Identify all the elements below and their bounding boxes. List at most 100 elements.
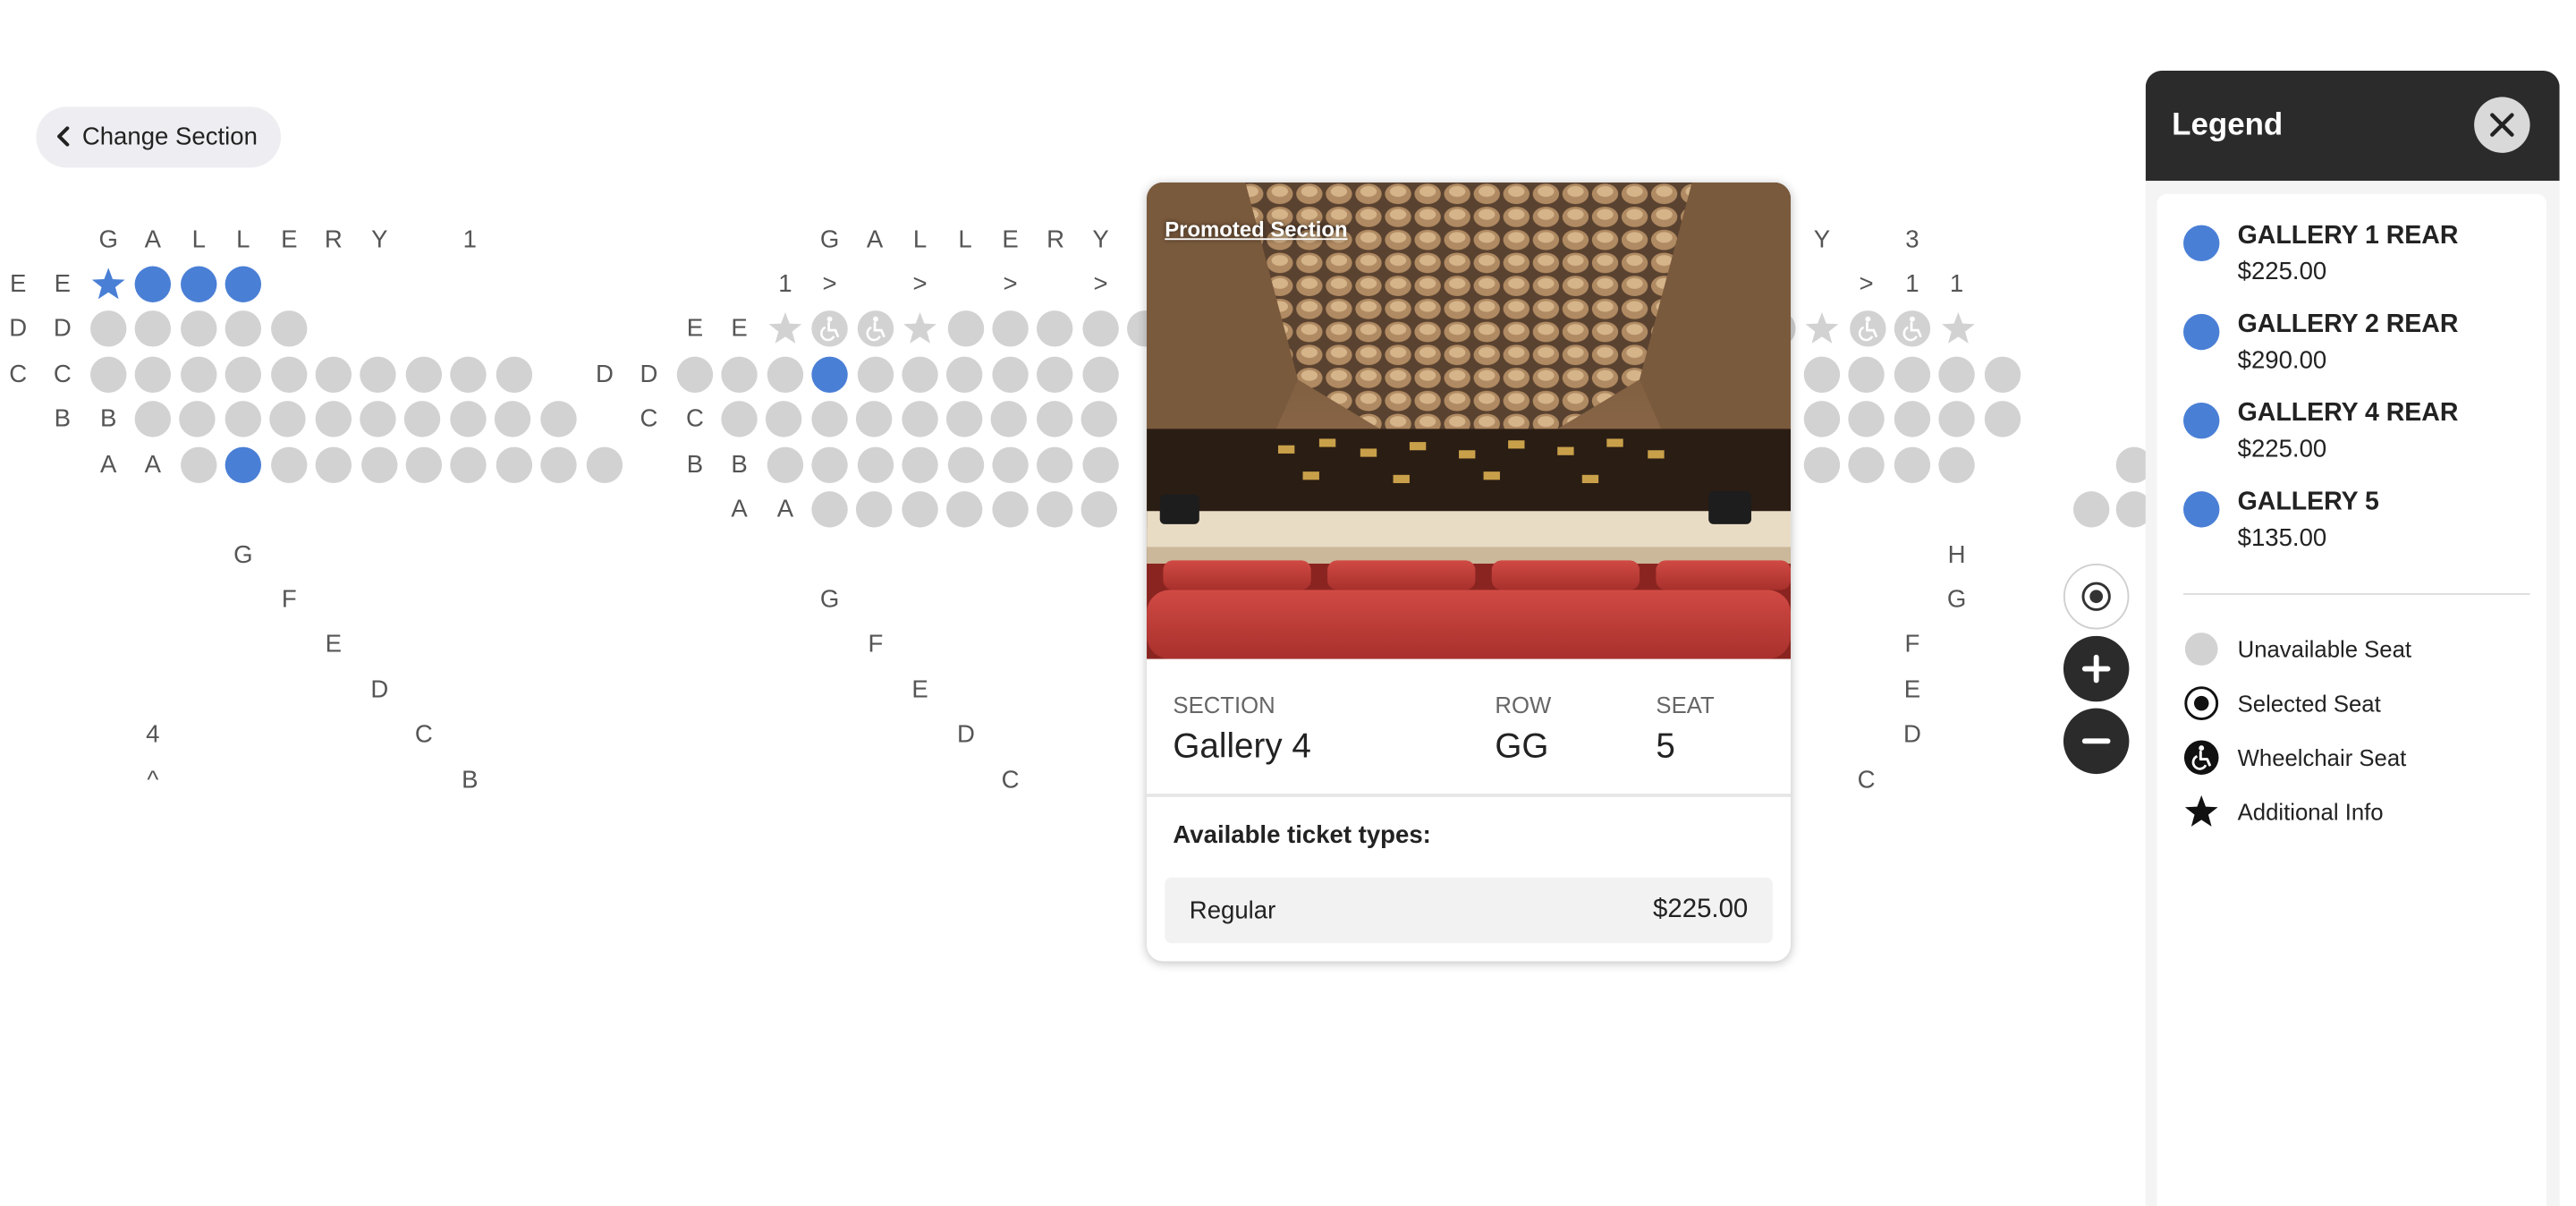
unavailable-seat[interactable] bbox=[270, 446, 308, 484]
unavailable-seat[interactable] bbox=[1938, 356, 1976, 393]
unavailable-seat[interactable] bbox=[1938, 446, 1976, 484]
unavailable-seat[interactable] bbox=[134, 401, 172, 437]
unavailable-seat[interactable] bbox=[1938, 401, 1976, 437]
additional-info-seat-star-icon[interactable] bbox=[90, 267, 126, 302]
unavailable-seat[interactable] bbox=[405, 356, 442, 393]
unavailable-seat[interactable] bbox=[991, 401, 1028, 437]
unavailable-seat[interactable] bbox=[90, 310, 127, 347]
unavailable-seat[interactable] bbox=[495, 401, 531, 437]
unavailable-seat[interactable] bbox=[225, 310, 262, 347]
unavailable-seat[interactable] bbox=[1037, 446, 1074, 484]
unavailable-seat[interactable] bbox=[405, 446, 443, 484]
unavailable-seat[interactable] bbox=[947, 310, 984, 347]
unavailable-seat[interactable] bbox=[1036, 401, 1073, 437]
unavailable-seat[interactable] bbox=[496, 446, 532, 484]
unavailable-seat[interactable] bbox=[450, 356, 487, 393]
unavailable-seat[interactable] bbox=[404, 401, 441, 437]
unavailable-seat[interactable] bbox=[1080, 401, 1118, 437]
available-seat[interactable] bbox=[135, 266, 172, 302]
unavailable-seat[interactable] bbox=[992, 310, 1029, 347]
unavailable-seat[interactable] bbox=[947, 446, 984, 484]
unavailable-seat[interactable] bbox=[180, 310, 217, 347]
wheelchair-seat-icon[interactable] bbox=[857, 310, 894, 347]
additional-info-seat-star-icon[interactable] bbox=[902, 310, 938, 346]
unavailable-seat[interactable] bbox=[856, 491, 894, 528]
unavailable-seat[interactable] bbox=[901, 401, 938, 437]
unavailable-seat[interactable] bbox=[857, 356, 894, 393]
unavailable-seat[interactable] bbox=[1037, 356, 1073, 393]
recenter-button[interactable] bbox=[2063, 564, 2130, 630]
unavailable-seat[interactable] bbox=[360, 446, 397, 484]
unavailable-seat[interactable] bbox=[721, 401, 758, 437]
unavailable-seat[interactable] bbox=[315, 446, 352, 484]
unavailable-seat[interactable] bbox=[315, 356, 352, 393]
unavailable-seat[interactable] bbox=[810, 401, 848, 437]
unavailable-seat[interactable] bbox=[1803, 356, 1841, 393]
unavailable-seat[interactable] bbox=[945, 401, 983, 437]
unavailable-seat[interactable] bbox=[1081, 356, 1119, 393]
unavailable-seat[interactable] bbox=[676, 356, 714, 393]
ticket-type-option[interactable]: Regular $225.00 bbox=[1165, 877, 1773, 944]
legend-close-button[interactable] bbox=[2474, 97, 2530, 153]
unavailable-seat[interactable] bbox=[360, 401, 396, 437]
change-section-button[interactable]: Change Section bbox=[36, 106, 281, 168]
unavailable-seat[interactable] bbox=[812, 446, 849, 484]
additional-info-seat-star-icon[interactable] bbox=[1939, 310, 1975, 346]
unavailable-seat[interactable] bbox=[946, 356, 984, 393]
unavailable-seat[interactable] bbox=[992, 356, 1029, 393]
unavailable-seat[interactable] bbox=[811, 491, 848, 528]
zoom-in-button[interactable] bbox=[2063, 635, 2130, 702]
unavailable-seat[interactable] bbox=[856, 401, 893, 437]
unavailable-seat[interactable] bbox=[181, 446, 217, 484]
available-seat[interactable] bbox=[225, 266, 262, 302]
unavailable-seat[interactable] bbox=[901, 491, 938, 528]
unavailable-seat[interactable] bbox=[90, 356, 127, 393]
unavailable-seat[interactable] bbox=[1036, 491, 1073, 528]
unavailable-seat[interactable] bbox=[1803, 446, 1841, 484]
wheelchair-seat-icon[interactable] bbox=[1849, 310, 1886, 347]
unavailable-seat[interactable] bbox=[1984, 356, 2021, 393]
unavailable-seat[interactable] bbox=[1037, 310, 1074, 347]
additional-info-seat-star-icon[interactable] bbox=[767, 310, 803, 346]
unavailable-seat[interactable] bbox=[1894, 401, 1930, 437]
unavailable-seat[interactable] bbox=[1082, 446, 1119, 484]
promoted-section-link[interactable]: Promoted Section bbox=[1165, 217, 1347, 242]
unavailable-seat[interactable] bbox=[902, 446, 939, 484]
unavailable-seat[interactable] bbox=[135, 356, 172, 393]
unavailable-seat[interactable] bbox=[1849, 401, 1885, 437]
unavailable-seat[interactable] bbox=[270, 310, 307, 347]
unavailable-seat[interactable] bbox=[179, 401, 216, 437]
available-seat[interactable] bbox=[180, 266, 217, 302]
unavailable-seat[interactable] bbox=[225, 401, 261, 437]
unavailable-seat[interactable] bbox=[540, 446, 578, 484]
unavailable-seat[interactable] bbox=[135, 310, 172, 347]
unavailable-seat[interactable] bbox=[1984, 401, 2021, 437]
unavailable-seat[interactable] bbox=[991, 491, 1029, 528]
unavailable-seat[interactable] bbox=[1849, 446, 1885, 484]
unavailable-seat[interactable] bbox=[1081, 491, 1118, 528]
unavailable-seat[interactable] bbox=[269, 401, 306, 437]
unavailable-seat[interactable] bbox=[722, 356, 758, 393]
unavailable-seat[interactable] bbox=[314, 401, 352, 437]
unavailable-seat[interactable] bbox=[360, 356, 397, 393]
available-seat[interactable] bbox=[225, 446, 262, 484]
wheelchair-seat-icon[interactable] bbox=[1894, 310, 1931, 347]
unavailable-seat[interactable] bbox=[1894, 356, 1930, 393]
available-seat[interactable] bbox=[811, 356, 849, 393]
unavailable-seat[interactable] bbox=[449, 401, 487, 437]
seat-map[interactable]: G A L L E R Y 1 E E D D C C B B A A G F E D C B 4 ^ G A L L E R Y 1 > > > > E E… bbox=[0, 197, 2153, 818]
additional-info-seat-star-icon[interactable] bbox=[1804, 310, 1840, 346]
unavailable-seat[interactable] bbox=[225, 356, 262, 393]
wheelchair-seat-icon[interactable] bbox=[812, 310, 849, 347]
unavailable-seat[interactable] bbox=[767, 446, 804, 484]
unavailable-seat[interactable] bbox=[270, 356, 307, 393]
unavailable-seat[interactable] bbox=[585, 446, 623, 484]
unavailable-seat[interactable] bbox=[1803, 401, 1841, 437]
unavailable-seat[interactable] bbox=[1849, 356, 1885, 393]
unavailable-seat[interactable] bbox=[180, 356, 217, 393]
unavailable-seat[interactable] bbox=[1082, 310, 1119, 347]
unavailable-seat[interactable] bbox=[946, 491, 983, 528]
unavailable-seat[interactable] bbox=[495, 356, 532, 393]
unavailable-seat[interactable] bbox=[450, 446, 487, 484]
unavailable-seat[interactable] bbox=[767, 356, 803, 393]
